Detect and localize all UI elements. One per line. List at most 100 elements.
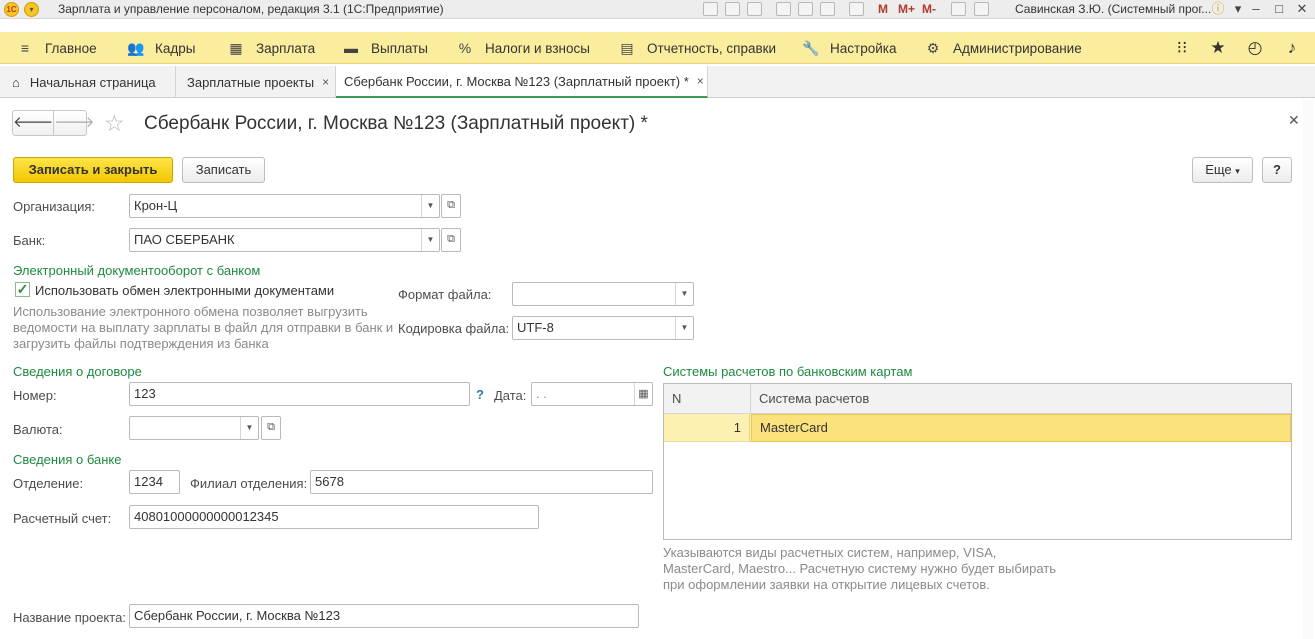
- edo-checkbox-label[interactable]: Использовать обмен электронными документ…: [35, 283, 334, 298]
- save-button[interactable]: Записать: [182, 157, 265, 183]
- gear-icon: ⚙: [926, 39, 940, 56]
- more-button[interactable]: Еще ▾: [1192, 157, 1253, 183]
- app-title: Зарплата и управление персоналом, редакц…: [58, 2, 444, 16]
- open-windows-tabs: ⌂ Начальная страница Зарплатные проекты × …: [0, 66, 1315, 98]
- organization-label: Организация:: [13, 199, 96, 214]
- calendar-icon[interactable]: ▦: [634, 383, 652, 405]
- people-icon: 👥: [127, 39, 145, 56]
- memory-button[interactable]: M: [878, 2, 888, 16]
- close-window-button[interactable]: ✕: [1290, 0, 1314, 19]
- organization-field[interactable]: Крон-Ц ▼: [129, 194, 440, 218]
- minimize-button[interactable]: –: [1244, 0, 1268, 19]
- wallet-icon: ▬: [344, 40, 358, 56]
- preview-icon[interactable]: [747, 2, 762, 16]
- project-name-field[interactable]: Сбербанк России, г. Москва №123: [129, 604, 639, 628]
- section-hr[interactable]: 👥 Кадры: [127, 32, 195, 64]
- table-row[interactable]: 1 MasterCard: [664, 414, 1291, 442]
- card-systems-table: N Система расчетов 1 MasterCard: [663, 383, 1292, 540]
- close-form-icon[interactable]: ✕: [1288, 112, 1300, 129]
- contract-group-title: Сведения о договоре: [13, 364, 142, 379]
- calculator-icon[interactable]: [820, 2, 835, 16]
- save-icon[interactable]: [703, 2, 718, 16]
- column-header-system[interactable]: Система расчетов: [759, 384, 869, 414]
- number-label: Номер:: [13, 388, 57, 403]
- date-field[interactable]: . . ▦: [531, 382, 653, 406]
- open-organization-icon[interactable]: ⧉: [441, 194, 461, 218]
- calendar-icon[interactable]: [849, 2, 864, 16]
- edo-checkbox[interactable]: ✓: [15, 282, 30, 297]
- percent-icon: %: [458, 40, 472, 56]
- number-field[interactable]: 123: [129, 382, 470, 406]
- maximize-button[interactable]: □: [1267, 0, 1291, 19]
- file-format-field[interactable]: ▼: [512, 282, 694, 306]
- dropdown-arrow-icon[interactable]: ▼: [421, 195, 439, 217]
- menu-icon: ≡: [20, 40, 30, 56]
- window-titlebar: 1С ▾ Зарплата и управление персоналом, р…: [0, 0, 1315, 19]
- close-tab-icon[interactable]: ×: [697, 74, 704, 88]
- wrench-icon: 🔧: [802, 39, 820, 56]
- branch-field[interactable]: 1234: [129, 470, 180, 494]
- help-question-icon[interactable]: ?: [476, 387, 484, 402]
- row-number: 1: [664, 414, 750, 442]
- bank-field[interactable]: ПАО СБЕРБАНК ▼: [129, 228, 440, 252]
- all-functions-icon[interactable]: ⁝⁝: [1172, 38, 1192, 58]
- print-icon[interactable]: [725, 2, 740, 16]
- edo-hint: Использование электронного обмена позвол…: [13, 304, 394, 351]
- memory-plus-button[interactable]: M+: [898, 2, 915, 16]
- column-header-n[interactable]: N: [672, 384, 681, 414]
- upload-icon[interactable]: [798, 2, 813, 16]
- tab-home[interactable]: ⌂ Начальная страница: [0, 66, 176, 98]
- currency-field[interactable]: ▼: [129, 416, 259, 440]
- table-header: N Система расчетов: [664, 384, 1291, 414]
- tab-salary-projects[interactable]: Зарплатные проекты ×: [176, 66, 336, 98]
- favorite-star-icon[interactable]: ☆: [104, 110, 125, 136]
- section-payments[interactable]: ▬ Выплаты: [343, 32, 428, 64]
- bank-label: Банк:: [13, 233, 46, 248]
- dropdown-arrow-icon[interactable]: ▼: [240, 417, 258, 439]
- favorites-star-icon[interactable]: ★: [1208, 38, 1228, 58]
- open-currency-icon[interactable]: ⧉: [261, 416, 281, 440]
- date-label: Дата:: [494, 388, 527, 403]
- back-arrow-icon[interactable]: 🡐: [13, 111, 55, 135]
- home-icon: ⌂: [12, 74, 20, 90]
- main-menu-button[interactable]: ▾: [24, 2, 39, 17]
- section-salary[interactable]: ▦ Зарплата: [228, 32, 315, 64]
- section-settings[interactable]: 🔧 Настройка: [802, 32, 896, 64]
- row-system[interactable]: MasterCard: [751, 414, 1291, 442]
- file-format-label: Формат файла:: [398, 287, 492, 302]
- memory-minus-button[interactable]: M-: [922, 2, 936, 16]
- account-field[interactable]: 40801000000000012345: [129, 505, 539, 529]
- card-systems-hint: Указываются виды расчетных систем, напри…: [663, 545, 1057, 592]
- notifications-bell-icon[interactable]: ♪: [1282, 38, 1302, 58]
- chevron-down-icon: ▾: [1235, 166, 1240, 176]
- panel-icon[interactable]: [974, 2, 989, 16]
- section-taxes[interactable]: % Налоги и взносы: [457, 32, 590, 64]
- form-scrollbar[interactable]: [1303, 100, 1313, 639]
- card-systems-group-title: Системы расчетов по банковским картам: [663, 364, 913, 379]
- calculator-icon: ▦: [229, 39, 243, 56]
- help-button[interactable]: ?: [1262, 157, 1292, 183]
- tab-current-project[interactable]: Сбербанк России, г. Москва №123 (Зарплат…: [336, 66, 708, 98]
- dropdown-arrow-icon[interactable]: ▼: [675, 283, 693, 305]
- zoom-icon[interactable]: [951, 2, 966, 16]
- account-label: Расчетный счет:: [13, 511, 112, 526]
- forward-arrow-icon[interactable]: 🡒: [54, 111, 94, 135]
- open-bank-icon[interactable]: ⧉: [441, 228, 461, 252]
- history-icon[interactable]: ◴: [1245, 38, 1265, 58]
- sections-panel: ≡ Главное 👥 Кадры ▦ Зарплата ▬ Выплаты % Нало…: [0, 32, 1315, 64]
- navigation-buttons: 🡐 🡒: [12, 110, 94, 136]
- close-tab-icon[interactable]: ×: [322, 75, 329, 89]
- dropdown-arrow-icon[interactable]: ▼: [675, 317, 693, 339]
- section-main[interactable]: ≡ Главное: [17, 32, 97, 64]
- bank-info-group-title: Сведения о банке: [13, 452, 122, 467]
- section-admin[interactable]: ⚙ Администрирование: [925, 32, 1082, 64]
- download-icon[interactable]: [776, 2, 791, 16]
- 1c-logo-icon: 1С: [4, 2, 19, 17]
- dropdown-arrow-icon[interactable]: ▼: [421, 229, 439, 251]
- section-reports[interactable]: ▤ Отчетность, справки: [619, 32, 776, 64]
- encoding-field[interactable]: UTF-8 ▼: [512, 316, 694, 340]
- current-user[interactable]: Савинская З.Ю. (Системный прог...: [1015, 2, 1211, 16]
- sub-branch-field[interactable]: 5678: [310, 470, 653, 494]
- save-and-close-button[interactable]: Записать и закрыть: [13, 157, 173, 183]
- project-name-label: Название проекта:: [13, 610, 126, 625]
